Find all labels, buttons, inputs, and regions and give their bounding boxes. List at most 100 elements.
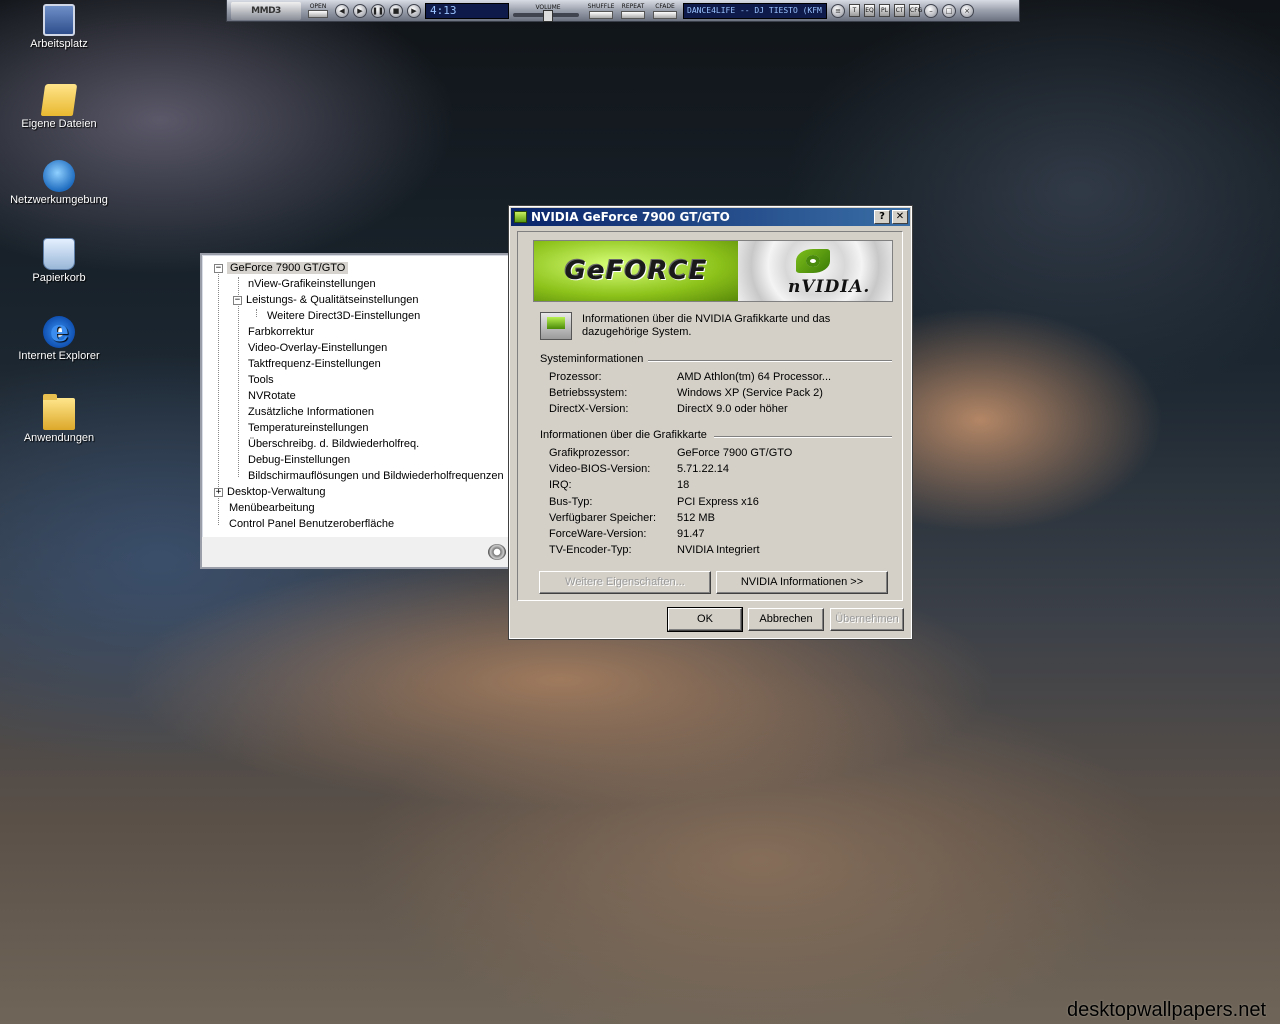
tree-item-zusaetzliche-informationen[interactable]: Zusätzliche Informationen — [248, 405, 374, 420]
tree-item-direct3d[interactable]: Weitere Direct3D-Einstellungen — [267, 309, 420, 324]
recycle-bin-icon — [43, 238, 75, 270]
track-title-display[interactable]: DANCE4LIFE -- DJ TIESTO (KFM -- H — [683, 2, 827, 19]
dialog-titlebar[interactable]: NVIDIA GeForce 7900 GT/GTO ? ✕ — [511, 208, 910, 226]
tree-item-nvrotate[interactable]: NVRotate — [248, 389, 296, 404]
tree-item-control-panel[interactable]: Control Panel Benutzeroberfläche — [229, 517, 394, 532]
tree-item-menuebearbeitung[interactable]: Menübearbeitung — [229, 501, 315, 516]
memory-label: Verfügbarer Speicher: — [549, 512, 657, 524]
bios-value: 5.71.22.14 — [677, 463, 729, 475]
graphics-card-icon — [540, 312, 572, 340]
desktop-icon-label: Eigene Dateien — [21, 118, 97, 130]
desktop-icon-eigene-dateien[interactable]: Eigene Dateien — [4, 84, 114, 130]
minimize-icon[interactable]: – — [924, 3, 938, 18]
cancel-button[interactable]: Abbrechen — [748, 608, 824, 631]
apply-button[interactable]: Übernehmen — [830, 608, 904, 631]
desktop-icon-anwendungen[interactable]: Anwendungen — [4, 394, 114, 444]
desktop-icon-internet-explorer[interactable]: Internet Explorer — [4, 314, 114, 362]
ok-button[interactable]: OK — [667, 607, 743, 632]
bios-label: Video-BIOS-Version: — [549, 463, 651, 475]
next-button[interactable]: ▶ — [407, 3, 421, 18]
open-label: OPEN — [309, 3, 327, 10]
winamp-pl-button[interactable]: PL — [879, 4, 890, 17]
internet-explorer-icon — [43, 314, 75, 349]
play-button[interactable]: ▶ — [353, 3, 367, 18]
desktop-icon-papierkorb[interactable]: Papierkorb — [4, 238, 114, 284]
winamp-eq-button[interactable]: EQ — [864, 4, 875, 17]
my-documents-icon — [40, 84, 78, 116]
tree-item-video-overlay[interactable]: Video-Overlay-Einstellungen — [248, 341, 387, 356]
nvidia-eye-icon — [796, 249, 830, 273]
tree-item-bildschirmaufloesungen[interactable]: Bildschirmauflösungen und Bildwiederholf… — [248, 469, 504, 484]
repeat-toggle[interactable] — [621, 10, 645, 19]
desktop-icon-label: Internet Explorer — [18, 350, 100, 362]
shuffle-control[interactable]: SHUFFLE — [587, 3, 615, 19]
tree-item-farbkorrektur[interactable]: Farbkorrektur — [248, 325, 314, 340]
card-section-title: Informationen über die Grafikkarte — [540, 429, 707, 441]
nvidia-settings-icon[interactable] — [488, 544, 506, 560]
tree-item-label: Debug-Einstellungen — [248, 454, 351, 466]
dialog-title: NVIDIA GeForce 7900 GT/GTO — [531, 210, 730, 224]
tree-item-desktop-verwaltung[interactable]: + Desktop-Verwaltung — [214, 485, 325, 500]
open-button[interactable] — [308, 10, 328, 18]
pause-button[interactable]: ❚❚ — [371, 3, 385, 18]
memory-value: 512 MB — [677, 512, 715, 524]
open-control[interactable]: OPEN — [305, 3, 331, 18]
desktop-icon-label: Papierkorb — [32, 272, 86, 284]
forceware-label: ForceWare-Version: — [549, 528, 647, 540]
volume-control[interactable]: VOLUME — [513, 4, 583, 22]
winamp-logo: MMD3 — [231, 1, 301, 20]
desktop-icon-label: Arbeitsplatz — [30, 38, 88, 50]
repeat-control[interactable]: REPEAT — [619, 3, 647, 19]
winamp-t-button[interactable]: T — [849, 4, 860, 17]
tree-item-debug[interactable]: Debug-Einstellungen — [248, 453, 350, 468]
time-display: 4:13 — [425, 2, 509, 19]
desktop-icon-arbeitsplatz[interactable]: Arbeitsplatz — [4, 4, 114, 50]
close-button[interactable]: ✕ — [892, 210, 908, 224]
bus-type-label: Bus-Typ: — [549, 496, 593, 508]
tree-item-taktfrequenz[interactable]: Taktfrequenz-Einstellungen — [248, 357, 381, 372]
tree-item-temperatur[interactable]: Temperatureinstellungen — [248, 421, 368, 436]
tree-item-label: Control Panel Benutzeroberfläche — [229, 518, 395, 530]
more-properties-button[interactable]: Weitere Eigenschaften... — [539, 571, 711, 594]
tree-item-label: Überschreibg. d. Bildwiederholfreq. — [248, 438, 420, 450]
shuffle-toggle[interactable] — [589, 10, 613, 19]
os-value: Windows XP (Service Pack 2) — [677, 387, 823, 399]
tree-item-label: Video-Overlay-Einstellungen — [248, 342, 388, 354]
geforce-logo: GeFORCE — [534, 241, 738, 301]
tree-item-label: Desktop-Verwaltung — [227, 486, 326, 498]
help-button[interactable]: ? — [874, 210, 890, 224]
cfade-control[interactable]: CFADE — [651, 3, 679, 19]
section-divider — [648, 360, 892, 362]
tree-item-geforce[interactable]: − GeForce 7900 GT/GTO — [214, 261, 349, 276]
desktop-icon-label: Netzwerkumgebung — [10, 194, 108, 206]
stop-button[interactable]: ■ — [389, 3, 403, 18]
menu-icon[interactable]: ≡ — [831, 3, 845, 18]
close-icon[interactable]: × — [960, 3, 974, 18]
tree-item-leistung[interactable]: − Leistungs- & Qualitätseinstellungen — [233, 293, 418, 308]
collapse-icon[interactable]: − — [233, 296, 242, 305]
previous-button[interactable]: ◀ — [335, 3, 349, 18]
nvidia-info-button[interactable]: NVIDIA Informationen >> — [716, 571, 888, 594]
winamp-player[interactable]: MMD3 OPEN ◀ ▶ ❚❚ ■ ▶ 4:13 VOLUME SHUFFLE… — [226, 0, 1020, 22]
section-divider — [714, 436, 892, 438]
cfade-toggle[interactable] — [653, 10, 677, 19]
geforce-banner: GeFORCE nVIDIA. — [533, 240, 893, 302]
tree-item-label: Tools — [248, 374, 274, 386]
volume-slider[interactable] — [513, 10, 579, 22]
winamp-cfg-button[interactable]: CFG — [909, 4, 922, 17]
tree-item-nview[interactable]: nView-Grafikeinstellungen — [248, 277, 376, 292]
tree-item-label: Zusätzliche Informationen — [248, 406, 374, 418]
expand-icon[interactable]: + — [214, 488, 223, 497]
desktop-icon-netzwerkumgebung[interactable]: Netzwerkumgebung — [4, 160, 114, 206]
tree-item-ueberschreibung[interactable]: Überschreibg. d. Bildwiederholfreq. — [248, 437, 419, 452]
irq-label: IRQ: — [549, 479, 572, 491]
collapse-icon[interactable]: − — [214, 264, 223, 273]
tree-item-label: Bildschirmauflösungen und Bildwiederholf… — [248, 470, 504, 482]
winamp-ct-button[interactable]: CT — [894, 4, 905, 17]
restore-icon[interactable]: □ — [942, 3, 956, 18]
processor-label: Prozessor: — [549, 371, 602, 383]
intro-text: Informationen über die NVIDIA Grafikkart… — [582, 313, 831, 338]
tree-footer — [202, 537, 520, 567]
tv-encoder-label: TV-Encoder-Typ: — [549, 544, 632, 556]
tree-item-tools[interactable]: Tools — [248, 373, 274, 388]
